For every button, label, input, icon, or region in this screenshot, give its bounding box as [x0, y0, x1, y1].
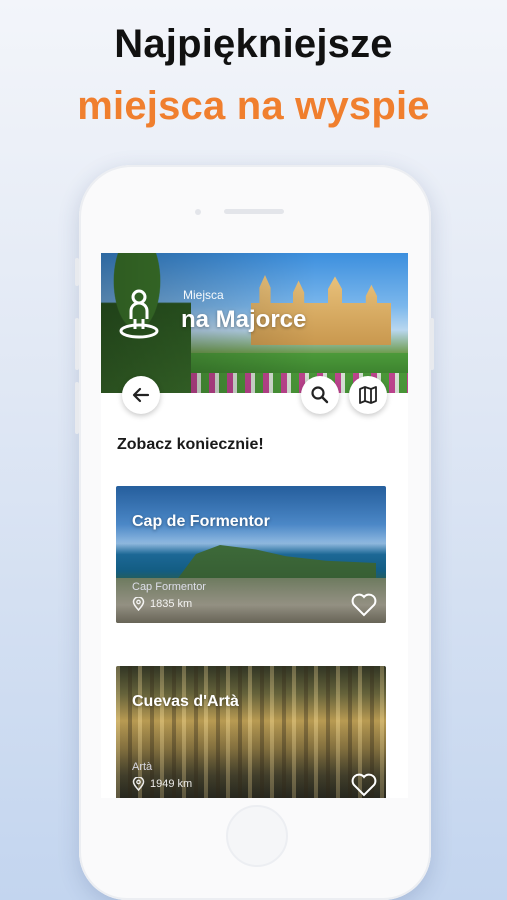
search-icon [311, 386, 329, 404]
phone-camera [195, 209, 201, 215]
map-button[interactable] [349, 376, 387, 414]
heart-outline-icon[interactable] [350, 771, 378, 797]
hero-title: na Majorce [181, 306, 307, 333]
back-button[interactable] [122, 376, 160, 414]
place-title: Cuevas d'Artà [132, 693, 239, 710]
headline-line-1: Najpiękniejsze [114, 22, 393, 66]
search-button[interactable] [301, 376, 339, 414]
phone-volume-up [75, 318, 79, 370]
phone-volume-down [75, 382, 79, 434]
place-subtitle: Artà [132, 761, 153, 773]
arrow-left-icon [132, 387, 150, 403]
headline-line-2: miejsca na wyspie [77, 84, 430, 128]
phone-speaker [224, 209, 284, 214]
phone-side-button [75, 258, 79, 286]
location-pin-icon [132, 777, 145, 791]
place-card[interactable]: Cap de Formentor Cap Formentor 1835 km [116, 486, 386, 623]
place-subtitle: Cap Formentor [132, 581, 206, 593]
location-pin-icon [132, 597, 145, 611]
place-card[interactable]: Cuevas d'Artà Artà 1949 km [116, 666, 386, 798]
place-distance-value: 1949 km [150, 778, 193, 790]
heart-outline-icon[interactable] [350, 591, 378, 617]
place-title: Cap de Formentor [132, 513, 270, 530]
hero-subtitle: Miejsca [183, 288, 224, 302]
phone-home-button [226, 805, 288, 867]
map-icon [359, 386, 377, 404]
place-distance-value: 1835 km [150, 598, 193, 610]
phone-power-button [430, 318, 434, 370]
map-pin-person-icon [119, 289, 159, 339]
place-distance: 1835 km [132, 597, 192, 611]
hero-banner: Miejsca na Majorce [101, 253, 408, 393]
place-distance: 1949 km [132, 777, 192, 791]
section-title: Zobacz koniecznie! [117, 436, 264, 453]
app-screen: Miejsca na Majorce Zobacz koniecznie! Ca… [101, 253, 408, 798]
